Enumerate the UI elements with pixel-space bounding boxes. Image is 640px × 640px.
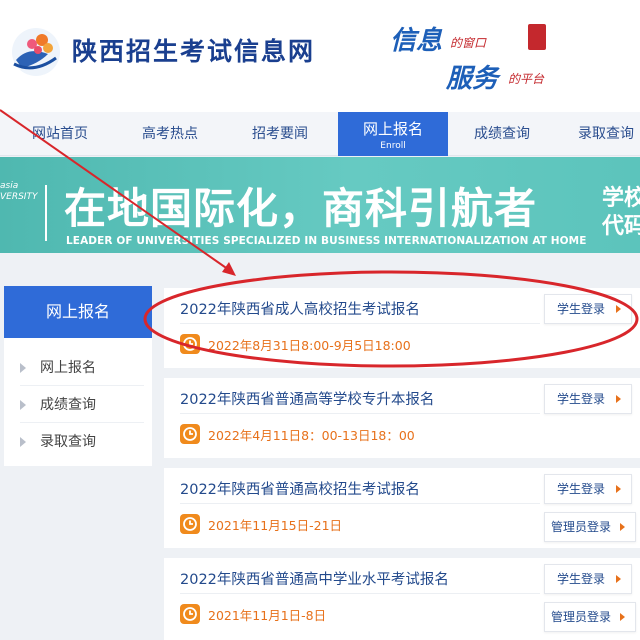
nav-item-home[interactable]: 网站首页 bbox=[20, 112, 100, 156]
clock-icon bbox=[180, 424, 200, 444]
nav-item-enroll-sub: Enroll bbox=[380, 141, 406, 151]
annotation-arrow-head bbox=[222, 262, 236, 276]
button-label: 管理员登录 bbox=[551, 610, 612, 624]
student-login-button[interactable]: 学生登录 bbox=[544, 294, 632, 324]
clock-icon bbox=[180, 514, 200, 534]
banner-divider bbox=[45, 185, 47, 241]
nav-item-enroll-label: 网上报名 bbox=[362, 120, 423, 138]
seal-icon bbox=[528, 24, 546, 50]
student-login-button[interactable]: 学生登录 bbox=[544, 384, 632, 414]
arrow-right-icon bbox=[616, 575, 621, 583]
card-divider bbox=[180, 503, 540, 504]
clock-icon bbox=[180, 334, 200, 354]
arrow-right-icon bbox=[620, 523, 625, 531]
button-label: 管理员登录 bbox=[551, 520, 612, 534]
site-logo-icon[interactable] bbox=[8, 24, 64, 80]
main-nav: 网站首页 高考热点 招考要闻 网上报名 Enroll 成绩查询 录取查询 bbox=[0, 112, 640, 156]
card-time: 2022年4月11日8：00-13日18：00 bbox=[208, 428, 415, 443]
enroll-card: 2022年陕西省成人高校招生考试报名 2022年8月31日8:00-9月5日18… bbox=[164, 288, 640, 368]
student-login-button[interactable]: 学生登录 bbox=[544, 564, 632, 594]
banner-left-line2: VERSITY bbox=[0, 192, 38, 202]
sidebar-item-label: 录取查询 bbox=[40, 434, 96, 450]
student-login-button[interactable]: 学生登录 bbox=[544, 474, 632, 504]
banner-left-text: asia VERSITY bbox=[0, 181, 37, 203]
sidebar-item-enroll[interactable]: 网上报名 bbox=[20, 350, 144, 386]
button-label: 学生登录 bbox=[557, 482, 606, 496]
card-time: 2022年8月31日8:00-9月5日18:00 bbox=[208, 338, 411, 353]
nav-item-news[interactable]: 招考要闻 bbox=[240, 112, 320, 156]
slogan-line2-small: 的平台 bbox=[508, 72, 545, 86]
triangle-right-icon bbox=[20, 363, 26, 373]
slogan: 信息 的窗口 服务 的平台 bbox=[388, 18, 578, 94]
triangle-right-icon bbox=[20, 400, 26, 410]
card-divider bbox=[180, 323, 540, 324]
card-divider bbox=[180, 413, 540, 414]
arrow-right-icon bbox=[616, 305, 621, 313]
sidebar: 网上报名 网上报名 成绩查询 录取查询 bbox=[4, 286, 152, 466]
arrow-right-icon bbox=[616, 485, 621, 493]
button-label: 学生登录 bbox=[557, 302, 606, 316]
button-label: 学生登录 bbox=[557, 392, 606, 406]
slogan-line2: 服务 bbox=[446, 64, 499, 94]
clock-icon bbox=[180, 604, 200, 624]
enroll-card: 2022年陕西省普通高校招生考试报名 2021年11月15日-21日 学生登录 … bbox=[164, 468, 640, 548]
site-header: 陕西招生考试信息网 信息 的窗口 服务 的平台 bbox=[0, 0, 640, 112]
button-label: 学生登录 bbox=[557, 572, 606, 586]
site-title: 陕西招生考试信息网 bbox=[72, 37, 316, 66]
enroll-card: 2022年陕西省普通高中学业水平考试报名 2021年11月1日-8日 学生登录 … bbox=[164, 558, 640, 640]
nav-item-hot[interactable]: 高考热点 bbox=[130, 112, 210, 156]
arrow-right-icon bbox=[616, 395, 621, 403]
card-title[interactable]: 2022年陕西省普通高等学校专升本报名 bbox=[180, 388, 434, 409]
admin-login-button[interactable]: 管理员登录 bbox=[544, 512, 636, 542]
slogan-line1-small: 的窗口 bbox=[450, 36, 487, 50]
sidebar-item-admission[interactable]: 录取查询 bbox=[20, 424, 144, 460]
nav-item-enroll[interactable]: 网上报名 Enroll bbox=[338, 112, 448, 156]
admin-login-button[interactable]: 管理员登录 bbox=[544, 602, 636, 632]
triangle-right-icon bbox=[20, 437, 26, 447]
enroll-card: 2022年陕西省普通高等学校专升本报名 2022年4月11日8：00-13日18… bbox=[164, 378, 640, 458]
sidebar-title: 网上报名 bbox=[4, 286, 152, 338]
sidebar-item-scores[interactable]: 成绩查询 bbox=[20, 387, 144, 423]
nav-item-admission[interactable]: 录取查询 bbox=[572, 112, 640, 156]
card-title[interactable]: 2022年陕西省普通高中学业水平考试报名 bbox=[180, 568, 449, 589]
card-divider bbox=[180, 593, 540, 594]
banner-left-line1: asia bbox=[0, 181, 19, 191]
banner-subtitle: LEADER OF UNIVERSITIES SPECIALIZED IN BU… bbox=[66, 235, 587, 247]
arrow-right-icon bbox=[620, 613, 625, 621]
promo-banner[interactable]: asia VERSITY 在地国际化，商科引航者 LEADER OF UNIVE… bbox=[0, 157, 640, 253]
sidebar-item-label: 成绩查询 bbox=[40, 397, 96, 413]
card-time: 2021年11月15日-21日 bbox=[208, 518, 343, 533]
slogan-line1: 信息 bbox=[390, 26, 443, 56]
card-time: 2021年11月1日-8日 bbox=[208, 608, 327, 623]
card-title[interactable]: 2022年陕西省普通高校招生考试报名 bbox=[180, 478, 420, 499]
card-title[interactable]: 2022年陕西省成人高校招生考试报名 bbox=[180, 298, 420, 319]
banner-title: 在地国际化，商科引航者 bbox=[64, 184, 538, 233]
sidebar-item-label: 网上报名 bbox=[40, 360, 96, 376]
banner-right-text: 学校代码 bbox=[602, 186, 640, 239]
nav-item-scores[interactable]: 成绩查询 bbox=[462, 112, 542, 156]
